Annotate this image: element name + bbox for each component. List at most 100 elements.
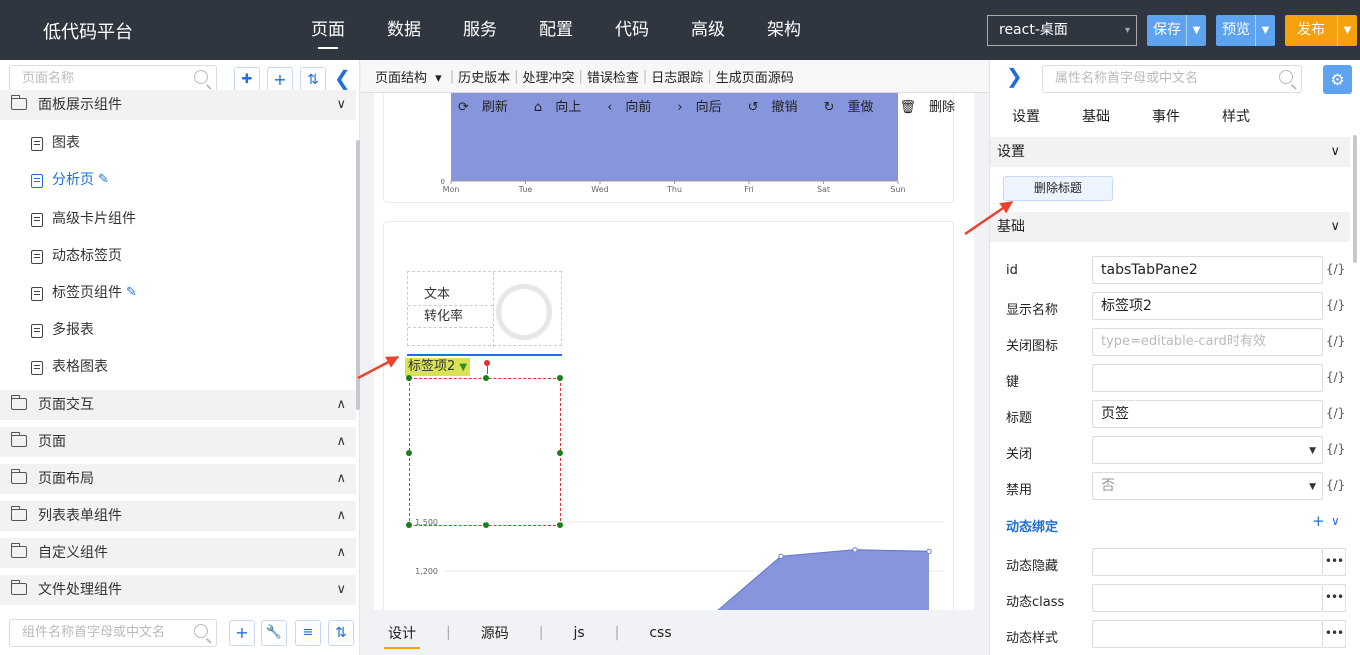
more-icon[interactable]: ••• xyxy=(1323,620,1346,648)
list-item-advanced-card[interactable]: 高级卡片组件 xyxy=(0,204,356,234)
tab-settings[interactable]: 设置 xyxy=(991,105,1061,133)
nav-architecture[interactable]: 架构 xyxy=(746,0,822,60)
group-list-form[interactable]: 列表表单组件 ∧ xyxy=(0,501,356,531)
tab-events[interactable]: 事件 xyxy=(1131,105,1201,133)
group-page-interaction[interactable]: 页面交互 ∧ xyxy=(0,390,356,420)
log-trace-button[interactable]: 日志跟踪 xyxy=(651,67,703,86)
sort-icon[interactable]: ⇅ xyxy=(328,620,354,646)
collapse-panel-icon[interactable]: ❮ xyxy=(334,66,351,90)
publish-button[interactable]: 发布 ▼ xyxy=(1285,15,1357,46)
publish-dropdown-icon[interactable]: ▼ xyxy=(1337,15,1357,46)
nav-code[interactable]: 代码 xyxy=(594,0,670,60)
generate-source-button[interactable]: 生成页面源码 xyxy=(716,67,794,86)
page-search-input[interactable]: 页面名称 xyxy=(9,65,217,93)
list-item-multi-report[interactable]: 多报表 xyxy=(0,315,356,345)
closable-select[interactable]: ▼ xyxy=(1092,436,1323,464)
disabled-select[interactable]: 否 ▼ xyxy=(1092,472,1323,500)
anchor-pin-icon[interactable] xyxy=(484,360,490,374)
divider: | xyxy=(614,624,620,641)
refresh-icon: ⟳ xyxy=(458,100,469,115)
wrench-icon[interactable]: 🔧 xyxy=(261,620,287,646)
nav-page[interactable]: 页面 xyxy=(290,0,366,60)
selected-tab-label[interactable]: 标签项2 ▼ xyxy=(405,358,471,376)
id-field[interactable]: tabsTabPane2 xyxy=(1092,256,1323,284)
tab-style[interactable]: 样式 xyxy=(1201,105,1271,133)
list-item-table-chart[interactable]: 表格图表 xyxy=(0,352,356,382)
expression-icon[interactable]: {/} xyxy=(1326,406,1345,420)
group-panel-display[interactable]: 面板展示组件 ∨ xyxy=(0,90,356,120)
pencil-icon[interactable]: ✎ xyxy=(126,278,137,308)
move-forward-button[interactable]: ‹ 向前 xyxy=(607,96,664,115)
tab-basic[interactable]: 基础 xyxy=(1061,105,1131,133)
property-search-input[interactable]: 属性名称首字母或中文名 xyxy=(1042,65,1302,93)
delete-button[interactable]: 🗑 删除 xyxy=(899,96,968,115)
tab-design[interactable]: 设计 xyxy=(384,623,420,649)
nav-config[interactable]: 配置 xyxy=(518,0,594,60)
group-custom[interactable]: 自定义组件 ∧ xyxy=(0,538,356,568)
tab-css[interactable]: css xyxy=(647,625,673,641)
nav-advanced[interactable]: 高级 xyxy=(670,0,746,60)
list-item-analysis-page[interactable]: 分析页 ✎ xyxy=(0,165,356,195)
group-page-layout[interactable]: 页面布局 ∧ xyxy=(0,464,356,494)
tab-source[interactable]: 源码 xyxy=(479,623,511,643)
tab-js[interactable]: js xyxy=(571,625,586,641)
section-settings[interactable]: 设置 ∨ xyxy=(990,137,1350,167)
preview-dropdown-icon[interactable]: ▼ xyxy=(1255,15,1275,46)
undo-button[interactable]: ↺ 撤销 xyxy=(748,96,811,115)
dynamic-class-field[interactable] xyxy=(1092,584,1323,612)
page-structure-button[interactable]: 页面结构 ▾ xyxy=(375,67,446,86)
redo-button[interactable]: ↻ 重做 xyxy=(824,96,887,115)
list-item-dynamic-tabs[interactable]: 动态标签页 xyxy=(0,241,356,271)
preview-button[interactable]: 预览 ▼ xyxy=(1216,15,1275,46)
env-select[interactable]: react-桌面 ▾ xyxy=(987,15,1137,46)
chevron-down-icon[interactable]: ∨ xyxy=(1331,514,1340,528)
chevron-right-icon[interactable]: ❯ xyxy=(1006,64,1023,88)
save-dropdown-icon[interactable]: ▼ xyxy=(1186,15,1206,46)
expression-icon[interactable]: {/} xyxy=(1326,370,1345,384)
dynamic-style-field[interactable] xyxy=(1092,620,1323,648)
resize-handle[interactable] xyxy=(557,450,563,456)
expression-icon[interactable]: {/} xyxy=(1326,334,1345,348)
resize-handle[interactable] xyxy=(483,375,489,381)
display-name-field[interactable]: 标签项2 xyxy=(1092,292,1323,320)
scrollbar[interactable] xyxy=(356,140,360,410)
list-item-chart[interactable]: 图表 xyxy=(0,128,356,158)
nav-data[interactable]: 数据 xyxy=(366,0,442,60)
save-button[interactable]: 保存 ▼ xyxy=(1147,15,1206,46)
caret-down-icon[interactable]: ▼ xyxy=(459,362,467,373)
move-up-button[interactable]: ⌂ 向上 xyxy=(534,96,594,115)
more-icon[interactable]: ••• xyxy=(1323,584,1346,612)
scrollbar[interactable] xyxy=(1353,135,1357,263)
add-binding-icon[interactable]: + xyxy=(1312,512,1325,530)
expression-icon[interactable]: {/} xyxy=(1326,442,1345,456)
pencil-icon[interactable]: ✎ xyxy=(98,165,109,195)
resize-handle[interactable] xyxy=(557,375,563,381)
move-back-button[interactable]: › 向后 xyxy=(677,96,734,115)
dynamic-hide-field[interactable] xyxy=(1092,548,1323,576)
gear-icon[interactable]: ⚙ xyxy=(1323,65,1352,94)
nav-service[interactable]: 服务 xyxy=(442,0,518,60)
refresh-button[interactable]: ⟳ 刷新 xyxy=(458,96,521,115)
expression-icon[interactable]: {/} xyxy=(1326,262,1345,276)
key-field[interactable] xyxy=(1092,364,1323,392)
more-icon[interactable]: ••• xyxy=(1323,548,1346,576)
group-page[interactable]: 页面 ∧ xyxy=(0,427,356,457)
resolve-conflict-button[interactable]: 处理冲突 xyxy=(522,67,574,86)
selected-tab-pane[interactable] xyxy=(406,375,563,528)
resize-handle[interactable] xyxy=(406,375,412,381)
resize-handle[interactable] xyxy=(406,450,412,456)
group-file-processing[interactable]: 文件处理组件 ∨ xyxy=(0,575,356,605)
history-version-button[interactable]: 历史版本 xyxy=(458,67,510,86)
expression-icon[interactable]: {/} xyxy=(1326,298,1345,312)
component-search-input[interactable]: 组件名称首字母或中文名 xyxy=(9,619,217,647)
list-order-icon[interactable]: ≡ xyxy=(295,620,321,646)
title-field[interactable]: 页签 xyxy=(1092,400,1323,428)
expression-icon[interactable]: {/} xyxy=(1326,478,1345,492)
close-icon-field[interactable]: type=editable-card时有效 ••• xyxy=(1092,328,1323,356)
add-component-icon[interactable]: + xyxy=(229,620,255,646)
delete-title-button[interactable]: 删除标题 xyxy=(1003,176,1113,201)
prop-dynamic-class: 动态class ••• xyxy=(990,582,1350,618)
section-basic[interactable]: 基础 ∨ xyxy=(990,212,1350,242)
error-check-button[interactable]: 错误检查 xyxy=(587,67,639,86)
list-item-tabs-component[interactable]: 标签页组件 ✎ xyxy=(0,278,356,308)
